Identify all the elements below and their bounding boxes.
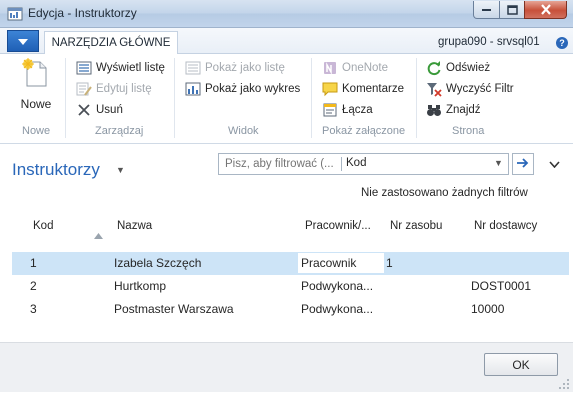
collapse-header-button[interactable] bbox=[547, 158, 561, 170]
group-separator bbox=[65, 58, 66, 138]
filter-field-dropdown-icon[interactable]: ▼ bbox=[494, 158, 503, 168]
link-icon bbox=[322, 102, 338, 118]
app-window-icon bbox=[7, 6, 23, 22]
cell-kod: 3 bbox=[30, 302, 37, 316]
delete-x-icon bbox=[76, 102, 92, 118]
onenote-label: OneNote bbox=[342, 62, 389, 74]
group-label-pokaz-zalaczone: Pokaż załączone bbox=[322, 125, 406, 137]
filter-box: Kod ▼ bbox=[218, 153, 509, 175]
new-document-icon bbox=[22, 58, 50, 91]
apply-filter-button[interactable] bbox=[512, 153, 534, 175]
filter-input[interactable] bbox=[219, 154, 339, 174]
cell-nr-dostawcy: DOST0001 bbox=[471, 279, 532, 293]
show-as-chart-label: Pokaż jako wykres bbox=[205, 83, 301, 95]
comments-label: Komentarze bbox=[342, 83, 405, 95]
group-separator bbox=[311, 58, 312, 138]
group-label-nowe: Nowe bbox=[22, 125, 51, 137]
title-bar[interactable]: Edycja - Instruktorzy bbox=[0, 0, 573, 28]
cell-pracownik[interactable]: Pracownik bbox=[298, 253, 384, 273]
filter-divider bbox=[341, 157, 342, 171]
group-label-strona: Strona bbox=[452, 125, 485, 137]
table-row[interactable]: 2 Hurtkomp Podwykona... DOST0001 bbox=[12, 275, 569, 298]
window-title: Edycja - Instruktorzy bbox=[28, 6, 137, 20]
refresh-button[interactable]: Odśwież bbox=[426, 59, 490, 77]
delete-label: Usuń bbox=[96, 104, 123, 116]
cell-nr-dostawcy: 10000 bbox=[471, 302, 505, 316]
find-label: Znajdź bbox=[446, 104, 481, 116]
dropdown-arrow-icon bbox=[18, 34, 28, 48]
help-icon[interactable]: ? bbox=[556, 37, 568, 49]
clear-filter-button[interactable]: Wyczyść Filtr bbox=[426, 80, 514, 98]
onenote-button[interactable]: OneNote bbox=[322, 59, 388, 77]
column-header-nr-dostawcy[interactable]: Nr dostawcy bbox=[474, 220, 537, 232]
links-label: Łącza bbox=[342, 104, 373, 116]
comment-icon bbox=[322, 81, 338, 97]
list-view-icon bbox=[76, 60, 92, 76]
app-menu-button[interactable] bbox=[7, 30, 39, 52]
sort-ascending-icon bbox=[94, 228, 103, 239]
clear-filter-label: Wyczyść Filtr bbox=[446, 83, 514, 95]
cell-kod: 2 bbox=[30, 279, 37, 293]
chevron-down-icon bbox=[548, 157, 560, 171]
refresh-icon bbox=[426, 60, 442, 76]
chart-icon bbox=[185, 81, 201, 97]
new-button-label: Nowe bbox=[20, 97, 52, 111]
links-button[interactable]: Łącza bbox=[322, 101, 373, 119]
show-as-list-button[interactable]: Pokaż jako listę bbox=[185, 59, 285, 77]
column-header-nazwa[interactable]: Nazwa bbox=[117, 220, 152, 232]
edit-list-icon bbox=[76, 81, 92, 97]
show-as-chart-button[interactable]: Pokaż jako wykres bbox=[185, 80, 300, 98]
new-button[interactable]: Nowe bbox=[12, 58, 60, 120]
filter-status: Nie zastosowano żadnych filtrów bbox=[361, 187, 528, 199]
show-as-list-label: Pokaż jako listę bbox=[205, 62, 285, 74]
minimize-button[interactable] bbox=[473, 1, 500, 19]
column-header-pracownik[interactable]: Pracownik/... bbox=[305, 220, 371, 232]
cell-nazwa: Hurtkomp bbox=[114, 279, 167, 293]
cell-pracownik: Podwykona... bbox=[301, 279, 374, 293]
comments-button[interactable]: Komentarze bbox=[322, 80, 404, 98]
grid-header: Kod Nazwa Pracownik/... Nr zasobu Nr dos… bbox=[0, 212, 573, 242]
delete-button[interactable]: Usuń bbox=[76, 101, 123, 119]
page-title[interactable]: Instruktorzy bbox=[12, 160, 100, 180]
cell-kod: 1 bbox=[30, 256, 37, 270]
cell-nazwa: Izabela Szczęch bbox=[114, 256, 202, 270]
group-separator bbox=[416, 58, 417, 138]
maximize-button[interactable] bbox=[499, 1, 525, 19]
find-button[interactable]: Znajdź bbox=[426, 101, 481, 119]
cell-pracownik: Podwykona... bbox=[301, 302, 374, 316]
ok-button[interactable]: OK bbox=[484, 353, 558, 376]
clear-filter-icon bbox=[426, 81, 442, 97]
edit-list-label: Edytuj listę bbox=[96, 83, 152, 95]
view-list-button[interactable]: Wyświetl listę bbox=[76, 59, 165, 77]
onenote-icon bbox=[322, 60, 338, 76]
table-row[interactable]: 1 Izabela Szczęch Pracownik 1 bbox=[12, 252, 569, 275]
group-label-zarzadzaj: Zarządzaj bbox=[95, 125, 144, 137]
cell-nazwa: Postmaster Warszawa bbox=[114, 302, 234, 316]
edit-window: Edycja - Instruktorzy NARZĘDZIA GŁÓWNE g… bbox=[0, 0, 573, 392]
arrow-right-icon bbox=[517, 157, 529, 171]
tab-home[interactable]: NARZĘDZIA GŁÓWNE bbox=[44, 31, 178, 55]
binoculars-icon bbox=[426, 102, 442, 118]
edit-list-button[interactable]: Edytuj listę bbox=[76, 80, 152, 98]
page-actions-chevron-icon[interactable]: ▼ bbox=[116, 165, 125, 175]
column-header-nr-zasobu[interactable]: Nr zasobu bbox=[390, 220, 442, 232]
refresh-label: Odśwież bbox=[446, 62, 491, 74]
company-server-label: grupa090 - srvsql01 bbox=[438, 36, 540, 48]
column-header-kod[interactable]: Kod bbox=[33, 220, 53, 232]
show-list-icon bbox=[185, 60, 201, 76]
filter-field-select[interactable]: Kod bbox=[346, 157, 366, 169]
cell-nr-zasobu: 1 bbox=[386, 256, 393, 270]
group-separator bbox=[174, 58, 175, 138]
group-label-widok: Widok bbox=[228, 125, 259, 137]
table-row[interactable]: 3 Postmaster Warszawa Podwykona... 10000 bbox=[12, 298, 569, 321]
resize-grip-icon[interactable] bbox=[558, 378, 570, 390]
close-button[interactable] bbox=[524, 1, 567, 19]
view-list-label: Wyświetl listę bbox=[96, 62, 165, 74]
